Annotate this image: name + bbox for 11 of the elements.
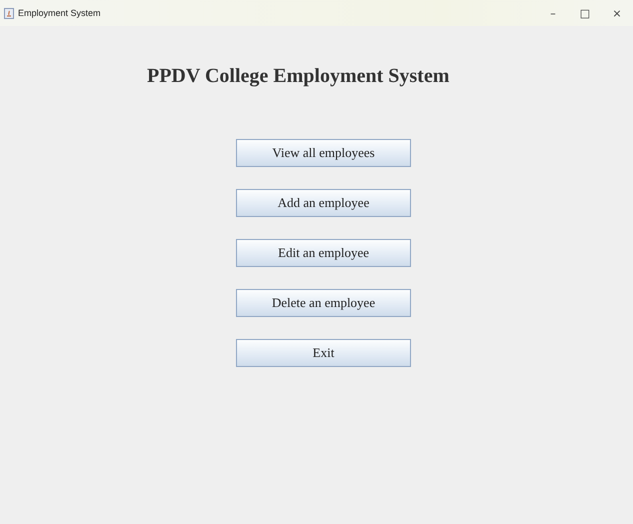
- menu-button[interactable]: Edit an employee: [236, 239, 411, 267]
- menu-button[interactable]: View all employees: [236, 139, 411, 167]
- menu-button[interactable]: Delete an employee: [236, 289, 411, 317]
- minimize-button[interactable]: –: [537, 6, 569, 20]
- menu-button[interactable]: Exit: [236, 339, 411, 367]
- window-title: Employment System: [18, 8, 102, 18]
- app-heading: PPDV College Employment System: [147, 65, 450, 88]
- maximize-button[interactable]: □: [569, 6, 601, 20]
- menu-button[interactable]: Add an employee: [236, 189, 411, 217]
- close-button[interactable]: ×: [601, 6, 633, 20]
- app-icon: [4, 8, 14, 18]
